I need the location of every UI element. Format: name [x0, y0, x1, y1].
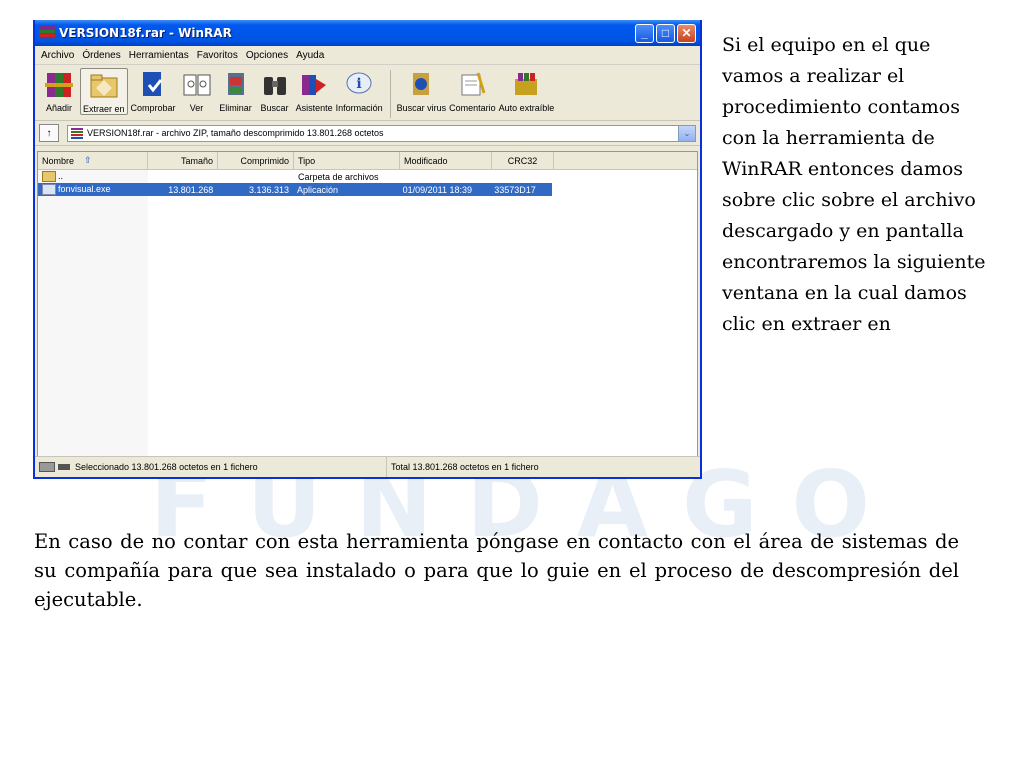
window-title: VERSION18f.rar - WinRAR [59, 26, 232, 40]
name-column-shade [38, 170, 148, 456]
column-header: Nombre ⇧ Tamaño Comprimido Tipo Modificad… [38, 152, 697, 170]
minimize-button[interactable]: _ [635, 23, 654, 43]
address-bar: ↑ VERSION18f.rar - archivo ZIP, tamaño d… [35, 121, 700, 146]
sort-arrow-icon: ⇧ [84, 155, 92, 165]
menu-ordenes[interactable]: Órdenes [78, 50, 124, 61]
extract-to-button[interactable]: Extraer en [80, 68, 128, 115]
virus-scan-icon [403, 68, 439, 100]
menu-ayuda[interactable]: Ayuda [292, 50, 328, 61]
column-type[interactable]: Tipo [294, 152, 400, 169]
side-instruction-text: Si el equipo en el que vamos a realizar … [722, 34, 986, 335]
test-button[interactable]: Comprobar [131, 68, 176, 113]
menu-favoritos[interactable]: Favoritos [193, 50, 242, 61]
table-row[interactable]: .. Carpeta de archivos [38, 170, 697, 183]
add-button[interactable]: Añadir [41, 68, 77, 113]
extract-folder-icon [86, 69, 122, 101]
svg-text:i: i [356, 76, 361, 92]
column-size[interactable]: Tamaño [148, 152, 218, 169]
column-crc[interactable]: CRC32 [492, 152, 554, 169]
drive-icon [39, 462, 55, 472]
status-bar: Seleccionado 13.801.268 octetos en 1 fic… [35, 456, 700, 477]
column-name[interactable]: Nombre ⇧ [38, 152, 148, 169]
toolbar: Añadir Extraer en Comprobar Ver Eliminar [35, 65, 700, 121]
column-modified[interactable]: Modificado [400, 152, 492, 169]
scan-virus-button[interactable]: Buscar virus [397, 68, 446, 113]
up-folder-button[interactable]: ↑ [39, 124, 59, 142]
delete-icon [218, 68, 254, 100]
chevron-down-icon[interactable]: ⌄ [678, 125, 695, 141]
key-icon [58, 464, 70, 470]
comment-button[interactable]: Comentario [449, 68, 496, 113]
wizard-icon [296, 68, 332, 100]
test-archive-icon [135, 68, 171, 100]
wizard-button[interactable]: Asistente [296, 68, 333, 113]
folder-icon [42, 171, 56, 183]
close-button[interactable]: ✕ [677, 23, 696, 43]
comment-icon [454, 68, 490, 100]
menu-herramientas[interactable]: Herramientas [125, 50, 193, 61]
table-row-selected[interactable]: fonvisual.exe 13.801.268 3.136.313 Aplic… [38, 183, 552, 196]
address-field[interactable]: VERSION18f.rar - archivo ZIP, tamaño des… [67, 124, 696, 142]
info-icon: i [341, 68, 377, 100]
sfx-button[interactable]: Auto extraíble [499, 68, 554, 113]
view-book-icon [179, 68, 215, 100]
winrar-window[interactable]: VERSION18f.rar - WinRAR _ □ ✕ Archivo Ór… [33, 20, 702, 479]
find-button[interactable]: Buscar [257, 68, 293, 113]
delete-button[interactable]: Eliminar [218, 68, 254, 113]
maximize-button[interactable]: □ [656, 23, 675, 43]
binoculars-icon [257, 68, 293, 100]
menu-archivo[interactable]: Archivo [37, 50, 78, 61]
exe-file-icon [42, 184, 56, 196]
view-button[interactable]: Ver [179, 68, 215, 113]
status-total: Total 13.801.268 octetos en 1 fichero [391, 462, 539, 472]
archive-icon [71, 127, 83, 139]
title-bar[interactable]: VERSION18f.rar - WinRAR _ □ ✕ [35, 20, 700, 46]
sfx-icon [508, 68, 544, 100]
toolbar-separator [389, 70, 391, 118]
menu-opciones[interactable]: Opciones [242, 50, 292, 61]
bottom-instruction-text: En caso de no contar con esta herramient… [34, 530, 959, 611]
address-path: VERSION18f.rar - archivo ZIP, tamaño des… [87, 128, 384, 138]
status-selected: Seleccionado 13.801.268 octetos en 1 fic… [75, 462, 258, 472]
menu-bar: Archivo Órdenes Herramientas Favoritos O… [35, 46, 700, 65]
column-compressed[interactable]: Comprimido [218, 152, 294, 169]
file-list[interactable]: Nombre ⇧ Tamaño Comprimido Tipo Modificad… [37, 151, 698, 457]
winrar-logo-icon [39, 26, 55, 40]
books-add-icon [41, 68, 77, 100]
info-button[interactable]: i Información [336, 68, 383, 113]
